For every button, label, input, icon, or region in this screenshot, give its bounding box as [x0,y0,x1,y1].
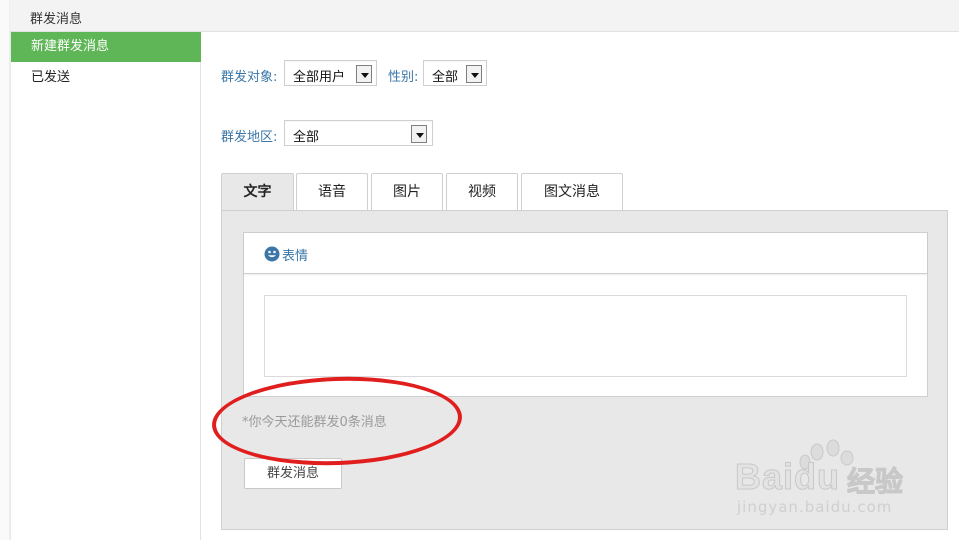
target-select-value: 全部用户 [293,70,346,85]
tab-news[interactable]: 图文消息 [521,173,623,210]
tab-text[interactable]: 文字 [221,173,294,211]
sidebar-item-sent[interactable]: 已发送 [11,63,201,93]
sidebar: 新建群发消息 已发送 [10,32,201,540]
page-header: 群发消息 [10,0,959,32]
message-textarea[interactable] [264,295,907,377]
editor-toolbar: 表情 [244,233,927,274]
region-label: 群发地区: [221,130,278,145]
page: 群发消息 新建群发消息 已发送 群发对象: 全部用户 性别: 全部 群发地区: … [0,0,959,540]
left-edge-strip [0,0,10,540]
target-select[interactable]: 全部用户 [284,60,377,86]
message-panel: 表情 *你今天还能群发0条消息 群发消息 [221,210,948,530]
emoji-label: 表情 [282,248,309,264]
send-broadcast-button[interactable]: 群发消息 [244,458,342,489]
chevron-down-icon[interactable] [356,65,372,83]
region-select[interactable]: 全部 [284,120,433,146]
message-editor: 表情 [243,232,928,397]
gender-select-value: 全部 [432,70,459,85]
emoji-button[interactable]: 表情 [264,245,309,264]
page-title: 群发消息 [30,12,83,27]
region-select-value: 全部 [293,130,320,145]
gender-label: 性别: [388,70,419,85]
sidebar-item-new-broadcast[interactable]: 新建群发消息 [11,32,201,62]
tab-voice[interactable]: 语音 [296,173,368,210]
target-label: 群发对象: [221,70,278,85]
tab-image[interactable]: 图片 [371,173,443,210]
smiley-icon [264,246,280,262]
remaining-quota-notice: *你今天还能群发0条消息 [242,415,387,430]
tab-video[interactable]: 视频 [446,173,518,210]
gender-select[interactable]: 全部 [423,60,487,86]
chevron-down-icon[interactable] [466,65,482,83]
chevron-down-icon[interactable] [411,125,427,143]
